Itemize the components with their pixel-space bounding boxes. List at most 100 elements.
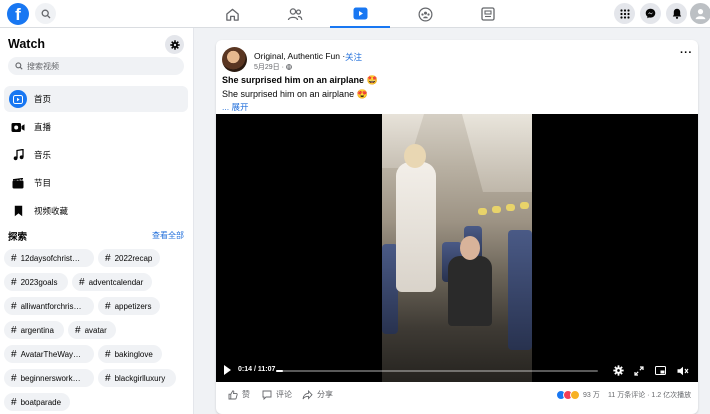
nav-tab-gaming[interactable] [458, 0, 518, 28]
hashtag-icon: # [79, 276, 85, 288]
hashtag-chip[interactable]: # argentina [4, 321, 64, 339]
settings-gear-icon[interactable] [612, 364, 625, 377]
hashtag-icon: # [105, 252, 111, 264]
hashtag-chip[interactable]: # beginnerswork… [4, 369, 94, 387]
hashtag-label: argentina [20, 325, 54, 335]
sidebar-item-label: 音乐 [34, 150, 52, 160]
globe-icon [286, 63, 292, 70]
sidebar-item-label: 视频收藏 [34, 206, 69, 216]
hashtag-chip[interactable]: # bakinglove [98, 345, 162, 363]
video-title[interactable]: She surprised him on an airplane 🤩 [222, 75, 378, 86]
mute-icon[interactable] [676, 364, 689, 377]
comment-button[interactable]: 评论 [262, 389, 292, 400]
gaming-icon [481, 7, 495, 21]
picture-in-picture-icon[interactable] [654, 364, 667, 377]
author-avatar[interactable] [222, 47, 247, 72]
settings-button[interactable] [165, 35, 184, 54]
sidebar-item-live[interactable]: 直播 [4, 114, 188, 140]
explore-heading: 探索 [8, 232, 28, 243]
top-navigation-bar: f [0, 0, 710, 28]
watch-sidebar: Watch 首页 直播 音乐 节目 视频收藏 探索 查看全部 #12daysof… [0, 28, 194, 414]
progress-fill [276, 370, 283, 372]
post-date: 5月29日 · [254, 62, 292, 72]
reaction-count: 93 万 [583, 392, 600, 399]
account-button[interactable] [690, 3, 710, 24]
groups-icon [418, 7, 432, 21]
hashtag-icon: # [105, 300, 111, 312]
share-icon [302, 389, 313, 400]
playback-time: 0:14 / 11:07 [238, 366, 276, 373]
hashtag-icon: # [11, 348, 17, 360]
hashtag-chip[interactable]: # adventcalendar [72, 273, 152, 291]
hashtag-icon: # [11, 372, 17, 384]
hashtag-label: avatar [84, 325, 107, 335]
gear-icon [169, 39, 180, 50]
like-button[interactable]: 赞 [228, 389, 250, 400]
comment-icon [262, 390, 272, 400]
facebook-logo[interactable]: f [7, 3, 29, 25]
home-icon [225, 8, 239, 21]
video-player[interactable]: 0:14 / 11:07 [216, 114, 698, 382]
hashtag-icon: # [11, 324, 17, 336]
hashtag-chip[interactable]: # avatar [68, 321, 116, 339]
hashtag-chip[interactable]: # appetizers [98, 297, 160, 315]
nav-tab-home[interactable] [202, 0, 262, 28]
follow-link[interactable]: 关注 [345, 51, 362, 63]
search-button[interactable] [35, 3, 56, 24]
sidebar-item-saved[interactable]: 视频收藏 [4, 198, 188, 224]
menu-button[interactable] [614, 3, 635, 24]
author-name[interactable]: Original, Authentic Fun · [254, 51, 345, 61]
post-stats[interactable]: 11 万条评论 · 1.2 亿次播放 [608, 390, 691, 400]
watch-home-icon [9, 90, 27, 108]
live-icon [9, 118, 27, 136]
notifications-button[interactable] [666, 3, 687, 24]
comment-label: 评论 [276, 390, 292, 399]
hashtag-label: beginnerswork… [20, 373, 81, 383]
music-icon [9, 146, 27, 164]
hashtag-label: 2022recap [114, 253, 153, 263]
hashtag-icon: # [11, 276, 17, 288]
shows-icon [9, 174, 27, 192]
expand-caption-link[interactable]: ... 展开 [222, 101, 248, 113]
hashtag-chip[interactable]: #2023goals [4, 273, 68, 291]
fullscreen-icon[interactable] [632, 364, 645, 377]
sidebar-item-shows[interactable]: 节目 [4, 170, 188, 196]
hashtag-icon: # [11, 252, 17, 264]
video-search-input[interactable] [27, 61, 177, 71]
hashtag-chip[interactable]: # boatparade [4, 393, 70, 411]
share-label: 分享 [317, 390, 333, 399]
video-controls: 0:14 / 11:07 [216, 360, 698, 382]
more-options-icon[interactable]: ··· [680, 47, 693, 59]
sidebar-item-home[interactable]: 首页 [4, 86, 188, 112]
reactions-summary[interactable]: 93 万 [556, 390, 600, 400]
like-label: 赞 [242, 390, 250, 399]
hashtag-icon: # [75, 324, 81, 336]
hashtag-chip[interactable]: #12daysofchrist… [4, 249, 94, 267]
video-post-card: Original, Authentic Fun · 关注 5月29日 · ···… [216, 40, 698, 414]
hashtag-icon: # [11, 396, 17, 408]
hashtag-label: bakinglove [114, 349, 153, 359]
see-all-link[interactable]: 查看全部 [152, 230, 184, 241]
hashtag-chip[interactable]: # blackgirlluxury [98, 369, 176, 387]
share-button[interactable]: 分享 [302, 389, 333, 400]
thumbs-up-icon [228, 389, 238, 400]
messenger-button[interactable] [640, 3, 661, 24]
post-caption: She surprised him on an airplane 😍 [222, 89, 368, 99]
nav-tab-groups[interactable] [395, 0, 455, 28]
hashtag-chip[interactable]: #2022recap [98, 249, 160, 267]
hashtag-label: boatparade [20, 397, 62, 407]
sidebar-item-music[interactable]: 音乐 [4, 142, 188, 168]
video-search-bar[interactable] [8, 57, 184, 75]
friends-icon [287, 7, 303, 20]
hashtag-label: appetizers [114, 301, 152, 311]
nav-tab-friends[interactable] [265, 0, 325, 28]
nav-tab-watch[interactable] [330, 0, 390, 28]
hashtag-label: alliwantforchris… [20, 301, 82, 311]
hashtag-icon: # [105, 348, 111, 360]
haha-reaction-icon [570, 390, 580, 400]
play-icon[interactable] [224, 365, 231, 375]
hashtag-chip[interactable]: # AvatarTheWay… [4, 345, 94, 363]
hashtag-label: blackgirlluxury [114, 373, 166, 383]
progress-bar[interactable] [276, 370, 598, 372]
hashtag-chip[interactable]: # alliwantforchris… [4, 297, 94, 315]
